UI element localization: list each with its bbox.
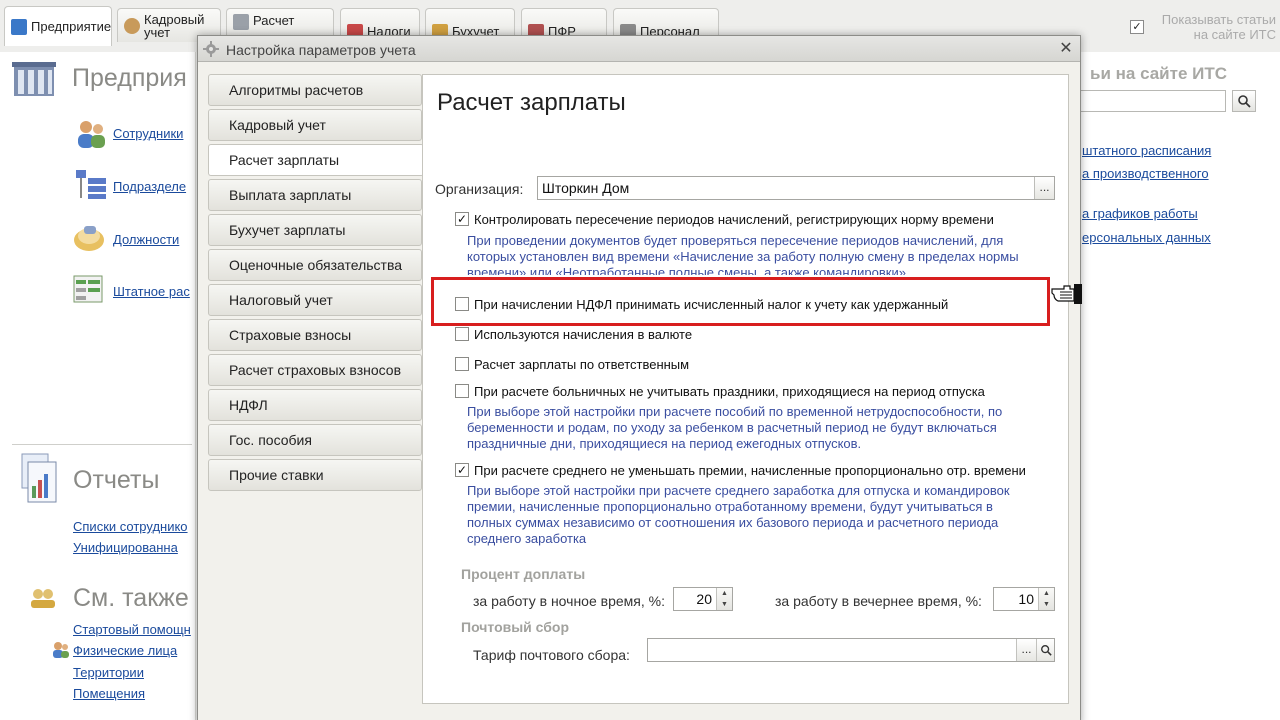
evening-work-stepper[interactable]: ▲ ▼ bbox=[1038, 588, 1054, 610]
its-link-staffing[interactable]: штатного расписания bbox=[1082, 143, 1211, 158]
tab-label: Расчет bbox=[253, 13, 295, 28]
night-work-label: за работу в ночное время, %: bbox=[473, 593, 665, 609]
building-icon bbox=[12, 62, 56, 96]
sick-leave-holidays-hint: При выборе этой настройки при расчете по… bbox=[467, 404, 1003, 451]
its-search-button[interactable] bbox=[1232, 90, 1256, 112]
enterprise-icon bbox=[11, 18, 27, 35]
settings-icon bbox=[203, 41, 219, 57]
nav-item-payroll[interactable]: Расчет зарплаты bbox=[208, 144, 424, 176]
show-its-articles-checkbox[interactable]: ✓ bbox=[1130, 20, 1144, 34]
sick-leave-holidays-checkbox[interactable] bbox=[455, 384, 469, 398]
nav-item-calc-algorithms[interactable]: Алгоритмы расчетов bbox=[208, 74, 422, 106]
link-departments[interactable]: Подразделе bbox=[113, 179, 186, 194]
its-link-personal-data[interactable]: ерсональных данных bbox=[1082, 230, 1211, 245]
postal-tariff-field[interactable]: ... bbox=[647, 638, 1055, 662]
accounting-settings-dialog: Настройка параметров учета ✕ Алгоритмы р… bbox=[197, 35, 1081, 720]
its-panel-title: ьи на сайте ИТС bbox=[1090, 64, 1228, 83]
average-bonuses-checkbox[interactable]: ✓ bbox=[455, 463, 469, 477]
ndfl-withheld-checkbox[interactable] bbox=[455, 297, 469, 311]
link-employees[interactable]: Сотрудники bbox=[113, 126, 183, 141]
night-work-value: 20 bbox=[696, 591, 712, 607]
close-icon[interactable]: ✕ bbox=[1056, 39, 1076, 59]
nav-item-salary-accounting[interactable]: Бухучет зарплаты bbox=[208, 214, 422, 246]
link-employee-lists[interactable]: Списки сотруднико bbox=[73, 519, 188, 534]
link-territories[interactable]: Территории bbox=[73, 665, 144, 680]
payroll-by-responsible-label: Расчет зарплаты по ответственным bbox=[474, 357, 690, 372]
organization-field[interactable]: Шторкин Дом ... bbox=[537, 176, 1055, 200]
control-periods-checkbox[interactable]: ✓ bbox=[455, 212, 469, 226]
tab-label: Предприятие bbox=[31, 19, 112, 34]
section-title-enterprise: Предприя bbox=[72, 64, 187, 92]
average-bonuses-label: При расчете среднего не уменьшать премии… bbox=[474, 463, 1026, 478]
hand-pointer-icon bbox=[1051, 284, 1082, 304]
reports-icon bbox=[21, 453, 57, 503]
calc-icon bbox=[233, 14, 249, 30]
payroll-by-responsible-checkbox[interactable] bbox=[455, 357, 469, 371]
nav-item-insurance[interactable]: Страховые взносы bbox=[208, 319, 422, 351]
search-icon bbox=[1040, 645, 1052, 656]
night-work-percent-field[interactable]: 20 ▲ ▼ bbox=[673, 587, 733, 611]
sick-leave-holidays-label: При расчете больничных не учитывать праз… bbox=[474, 384, 985, 399]
nav-item-tax-accounting[interactable]: Налоговый учет bbox=[208, 284, 422, 316]
evening-work-percent-field[interactable]: 10 ▲ ▼ bbox=[993, 587, 1055, 611]
postal-tariff-open-button[interactable] bbox=[1036, 639, 1054, 661]
postal-tariff-select-button[interactable]: ... bbox=[1016, 639, 1036, 661]
show-its-articles-label: Показывать статьи на сайте ИТС bbox=[1161, 12, 1276, 42]
employees-icon bbox=[78, 121, 105, 148]
tab-enterprise[interactable]: Предприятие bbox=[4, 6, 112, 46]
dialog-title: Настройка параметров учета bbox=[226, 42, 416, 58]
organization-value: Шторкин Дом bbox=[542, 180, 630, 196]
organization-select-button[interactable]: ... bbox=[1034, 177, 1054, 199]
payroll-settings-panel: Расчет зарплаты Организация: Шторкин Дом… bbox=[422, 74, 1069, 704]
section-divider bbox=[12, 444, 192, 445]
nav-item-salary-payment[interactable]: Выплата зарплаты bbox=[208, 179, 422, 211]
section-title-see-also: См. также bbox=[73, 584, 189, 612]
evening-work-value: 10 bbox=[1018, 591, 1034, 607]
see-also-icon bbox=[31, 589, 55, 608]
section-title-reports: Отчеты bbox=[73, 466, 160, 494]
postal-tariff-label: Тариф почтового сбора: bbox=[473, 647, 630, 663]
dialog-titlebar[interactable]: Настройка параметров учета ✕ bbox=[198, 36, 1080, 62]
departments-icon bbox=[76, 170, 106, 199]
control-periods-label: Контролировать пересечение периодов начи… bbox=[474, 212, 994, 227]
evening-work-label: за работу в вечернее время, %: bbox=[775, 593, 982, 609]
nav-item-state-benefits[interactable]: Гос. пособия bbox=[208, 424, 422, 456]
individuals-icon bbox=[53, 642, 69, 658]
average-bonuses-hint: При выборе этой настройки при расчете ср… bbox=[467, 483, 1010, 546]
control-periods-hint: При проведении документов будет проверят… bbox=[467, 233, 1019, 275]
left-navigation-panel: Предприя Сотрудники Подразделе Должности… bbox=[0, 52, 196, 720]
night-work-stepper[interactable]: ▲ ▼ bbox=[716, 588, 732, 610]
nav-item-hr[interactable]: Кадровый учет bbox=[208, 109, 422, 141]
surcharge-group-title: Процент доплаты bbox=[461, 566, 586, 582]
currency-accruals-label: Используются начисления в валюте bbox=[474, 327, 693, 342]
link-positions[interactable]: Должности bbox=[113, 232, 179, 247]
its-search-input[interactable] bbox=[1078, 90, 1226, 112]
people-icon bbox=[124, 17, 140, 34]
positions-icon bbox=[74, 226, 104, 251]
nav-item-other-rates[interactable]: Прочие ставки bbox=[208, 459, 422, 491]
page-title: Расчет зарплаты bbox=[437, 89, 626, 116]
link-individuals[interactable]: Физические лица bbox=[73, 643, 177, 658]
its-link-schedules[interactable]: а графиков работы bbox=[1082, 206, 1198, 221]
its-articles-panel: ьи на сайте ИТС штатного расписания а пр… bbox=[1078, 52, 1280, 720]
staff-schedule-icon bbox=[73, 275, 103, 303]
link-premises[interactable]: Помещения bbox=[73, 686, 145, 701]
link-unified-forms[interactable]: Унифицированна bbox=[73, 540, 178, 555]
organization-label: Организация: bbox=[435, 181, 524, 197]
postal-group-title: Почтовый сбор bbox=[461, 619, 570, 635]
nav-item-insurance-calc[interactable]: Расчет страховых взносов bbox=[208, 354, 422, 386]
currency-accruals-checkbox[interactable] bbox=[455, 327, 469, 341]
nav-item-ndfl[interactable]: НДФЛ bbox=[208, 389, 422, 421]
its-link-production[interactable]: а производственного bbox=[1082, 166, 1209, 181]
search-icon bbox=[1238, 95, 1251, 108]
link-start-assistant[interactable]: Стартовый помощн bbox=[73, 622, 191, 637]
ndfl-withheld-label: При начислении НДФЛ принимать исчисленны… bbox=[474, 297, 949, 312]
nav-item-estimated-liabilities[interactable]: Оценочные обязательства bbox=[208, 249, 422, 281]
link-staff-schedule[interactable]: Штатное рас bbox=[113, 284, 190, 299]
